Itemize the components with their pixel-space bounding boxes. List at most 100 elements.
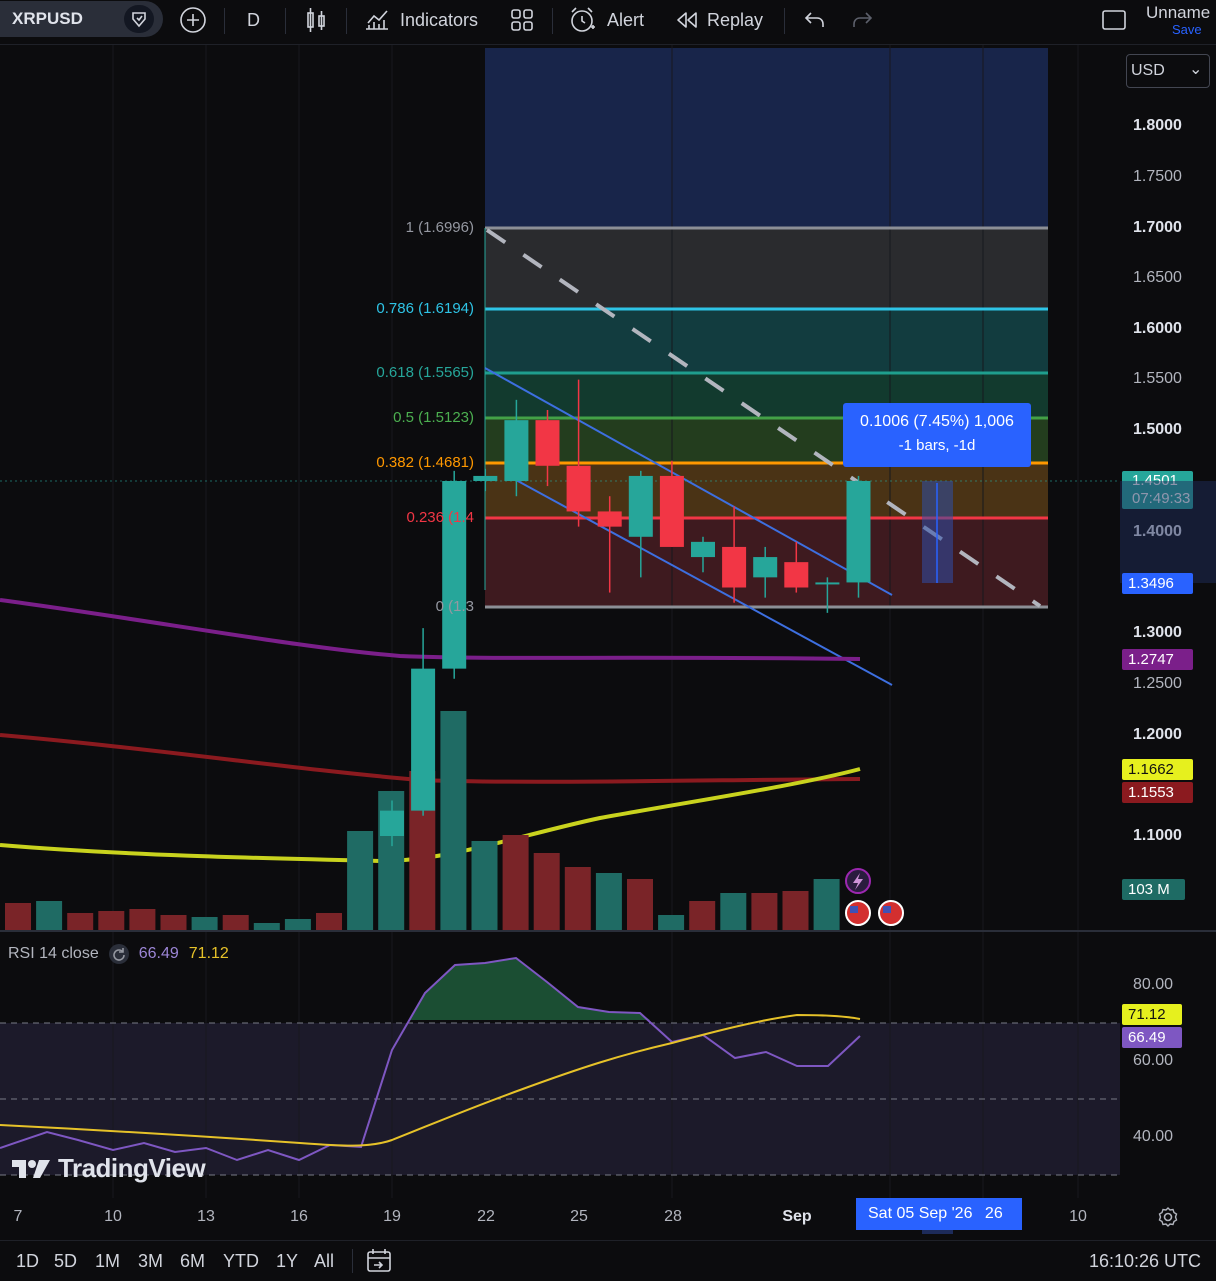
- refresh-icon[interactable]: [108, 944, 129, 964]
- candle-body: [815, 582, 840, 585]
- fib-band-2: [485, 309, 1048, 373]
- rsi-legend[interactable]: RSI 14 close 66.49 71.12: [8, 944, 229, 964]
- candle-body: [411, 668, 436, 811]
- price-axis-label: 1.5000: [1133, 421, 1182, 438]
- utc-clock[interactable]: 16:10:26 UTC: [1089, 1251, 1201, 1272]
- ma-purple-tag: 1.2747: [1122, 649, 1193, 670]
- time-axis-label: 25: [570, 1208, 588, 1225]
- toolbar-divider: [346, 8, 347, 34]
- toolbar-divider: [285, 8, 286, 34]
- alert-button[interactable]: Alert: [569, 0, 644, 40]
- gear-icon: [1158, 1207, 1178, 1227]
- event-icons[interactable]: [845, 868, 904, 926]
- candle-body: [691, 541, 715, 558]
- replay-button[interactable]: Replay: [675, 0, 763, 40]
- candle-body: [473, 475, 498, 481]
- chart-canvas[interactable]: [0, 0, 1216, 1280]
- low-price-tag: 1.3496: [1122, 573, 1193, 594]
- price-axis-label: 1.7000: [1133, 219, 1182, 236]
- fullscreen-button[interactable]: [1101, 0, 1127, 40]
- rsi-value-tag: 66.49: [1122, 1027, 1182, 1048]
- volume-bar: [627, 879, 653, 931]
- ma-purple-line[interactable]: [0, 598, 861, 661]
- measure-tooltip: 0.1006 (7.45%) 1,006 -1 bars, -1d: [843, 403, 1031, 467]
- redo-button[interactable]: [852, 0, 874, 40]
- time-axis-label: 10: [1069, 1208, 1087, 1225]
- volume-bar: [347, 831, 374, 931]
- range-3m[interactable]: 3M: [138, 1251, 163, 1272]
- range-1d[interactable]: 1D: [16, 1251, 39, 1272]
- symbol-search[interactable]: XRPUSD: [0, 1, 163, 37]
- time-cursor-tag: Sat 05 Sep '26 26: [856, 1198, 1022, 1230]
- range-ytd[interactable]: YTD: [223, 1251, 259, 1272]
- rsi-axis-label: 80.00: [1133, 976, 1174, 993]
- fib-level-label: 0.618 (1.5565): [376, 364, 474, 381]
- volume-bar: [129, 909, 156, 931]
- measure-tooltip-line2: -1 bars, -1d: [898, 437, 976, 454]
- range-all[interactable]: All: [314, 1251, 334, 1272]
- toolbar-divider: [352, 1249, 353, 1273]
- layouts-button[interactable]: [510, 0, 534, 40]
- range-6m[interactable]: 6M: [180, 1251, 205, 1272]
- rsi-axis-label: 40.00: [1133, 1128, 1174, 1145]
- volume-bar: [720, 893, 747, 931]
- tradingview-logo-icon: [12, 1159, 50, 1178]
- time-axis-label: 19: [383, 1208, 401, 1225]
- volume-bar: [67, 913, 94, 931]
- range-1m[interactable]: 1M: [95, 1251, 120, 1272]
- rsi-overbought-fill: [410, 958, 650, 1020]
- rsi-signal-value: 71.12: [188, 945, 229, 962]
- candle-body: [628, 475, 653, 537]
- indicators-label: Indicators: [400, 9, 479, 30]
- candle-body: [846, 481, 871, 583]
- time-axis-label: 10: [104, 1208, 122, 1225]
- volume-bar: [5, 903, 31, 931]
- candle-body: [659, 475, 684, 547]
- candle-body: [535, 420, 560, 466]
- grid-layout-icon: [511, 9, 533, 31]
- rsi-value: 66.49: [138, 945, 179, 962]
- volume-bar: [191, 917, 218, 931]
- indicators-button[interactable]: Indicators: [364, 0, 478, 40]
- price-axis-label: 1.2000: [1133, 726, 1182, 743]
- tradingview-logo[interactable]: TradingView: [10, 1153, 206, 1184]
- top-toolbar: XRPUSD D Indicators Alert Replay Unname …: [0, 0, 1216, 45]
- toolbar-divider: [552, 8, 553, 34]
- interval-label: D: [247, 9, 260, 30]
- plus-circle-icon: [180, 7, 206, 33]
- measure-tooltip-line1: 0.1006 (7.45%) 1,006: [860, 413, 1014, 430]
- price-axis-label: 1.2500: [1133, 675, 1182, 692]
- alarm-clock-icon: [571, 7, 595, 32]
- chart-type-button[interactable]: [304, 0, 328, 40]
- undo-button[interactable]: [803, 0, 825, 40]
- layout-name-button[interactable]: Unname Save: [1146, 3, 1216, 37]
- price-axis-label: 1.8000: [1133, 117, 1182, 134]
- goto-date-button[interactable]: [366, 1248, 392, 1279]
- range-5d[interactable]: 5D: [54, 1251, 77, 1272]
- volume-bar: [160, 915, 187, 931]
- currency-select[interactable]: USD ⌄: [1126, 54, 1210, 88]
- time-cursor-marker: [922, 1230, 953, 1234]
- volume-tag: 103 M: [1122, 879, 1185, 900]
- settings-button[interactable]: [1157, 1206, 1179, 1233]
- volume-bar: [751, 893, 778, 931]
- time-axis-label: 22: [477, 1208, 495, 1225]
- calendar-arrow-icon: [367, 1249, 391, 1272]
- volume-bar: [471, 841, 498, 931]
- chevron-down-icon: ⌄: [1189, 61, 1203, 78]
- volume-bar: [813, 879, 840, 931]
- interval-button[interactable]: D: [247, 0, 260, 40]
- candle-body: [504, 420, 529, 481]
- range-1y[interactable]: 1Y: [276, 1251, 298, 1272]
- volume-bar: [502, 835, 529, 931]
- toolbar-divider: [224, 8, 225, 34]
- volume-bar: [564, 867, 591, 931]
- volume-bar: [689, 901, 716, 931]
- fib-level-label: 0.786 (1.6194): [376, 300, 474, 317]
- rsi-title: RSI 14 close: [8, 945, 99, 962]
- add-symbol-button[interactable]: [179, 0, 207, 40]
- compare-icon[interactable]: [124, 5, 154, 33]
- ma-red-tag: 1.1553: [1122, 782, 1193, 803]
- volume-bar: [782, 891, 809, 931]
- rewind-icon: [677, 12, 697, 28]
